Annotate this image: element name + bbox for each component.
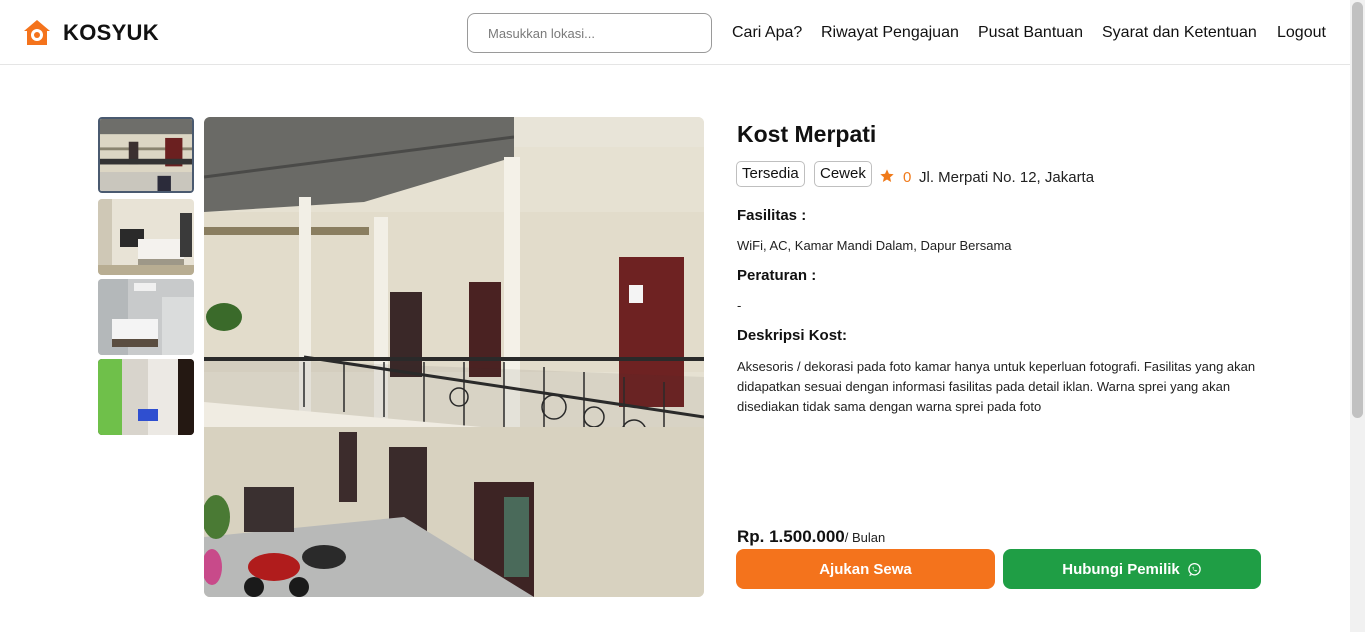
top-navbar: KOSYUK Cari Apa? Riwayat Pengajuan Pusat… bbox=[0, 0, 1350, 65]
nav-pusat-bantuan[interactable]: Pusat Bantuan bbox=[978, 24, 1083, 42]
gender-badge: Cewek bbox=[814, 161, 872, 187]
price-block: Rp. 1.500.000/ Bulan bbox=[737, 527, 885, 547]
status-badge-available: Tersedia bbox=[736, 161, 805, 187]
brand-logo[interactable]: KOSYUK bbox=[22, 18, 159, 48]
facilities-text: WiFi, AC, Kamar Mandi Dalam, Dapur Bersa… bbox=[737, 238, 1012, 253]
scrollbar-thumb[interactable] bbox=[1352, 2, 1363, 418]
nav-logout[interactable]: Logout bbox=[1277, 24, 1326, 42]
star-icon bbox=[880, 169, 894, 182]
thumbnail-bathroom[interactable] bbox=[98, 359, 194, 435]
apply-rent-button[interactable]: Ajukan Sewa bbox=[736, 549, 995, 589]
rating-value: 0 bbox=[903, 169, 912, 186]
location-search-input[interactable] bbox=[467, 13, 712, 53]
apply-rent-label: Ajukan Sewa bbox=[819, 560, 912, 578]
main-property-photo[interactable] bbox=[204, 117, 704, 597]
nav-riwayat-pengajuan[interactable]: Riwayat Pengajuan bbox=[821, 24, 959, 42]
rules-text: - bbox=[737, 298, 742, 313]
nav-syarat-ketentuan[interactable]: Syarat dan Ketentuan bbox=[1102, 24, 1257, 42]
property-title: Kost Merpati bbox=[737, 121, 877, 147]
description-text: Aksesoris / dekorasi pada foto kamar han… bbox=[737, 359, 1256, 414]
contact-owner-label: Hubungi Pemilik bbox=[1062, 560, 1180, 578]
thumbnail-bedroom[interactable] bbox=[98, 199, 194, 275]
thumbnail-building-corridor[interactable] bbox=[98, 117, 194, 193]
price-unit: / Bulan bbox=[844, 530, 886, 545]
facilities-heading: Fasilitas : bbox=[737, 207, 807, 224]
house-logo-icon bbox=[24, 20, 50, 45]
brand-name: KOSYUK bbox=[63, 20, 159, 45]
nav-cari-apa[interactable]: Cari Apa? bbox=[732, 24, 802, 42]
page-scrollbar[interactable] bbox=[1350, 0, 1365, 632]
contact-owner-button[interactable]: Hubungi Pemilik bbox=[1003, 549, 1261, 589]
price-value: Rp. 1.500.000 bbox=[737, 527, 845, 546]
thumbnail-bedroom-ac[interactable] bbox=[98, 279, 194, 355]
description-heading: Deskripsi Kost: bbox=[737, 327, 848, 344]
property-address: Jl. Merpati No. 12, Jakarta bbox=[919, 169, 1095, 186]
whatsapp-icon bbox=[1188, 562, 1201, 576]
rules-heading: Peraturan : bbox=[737, 267, 817, 284]
